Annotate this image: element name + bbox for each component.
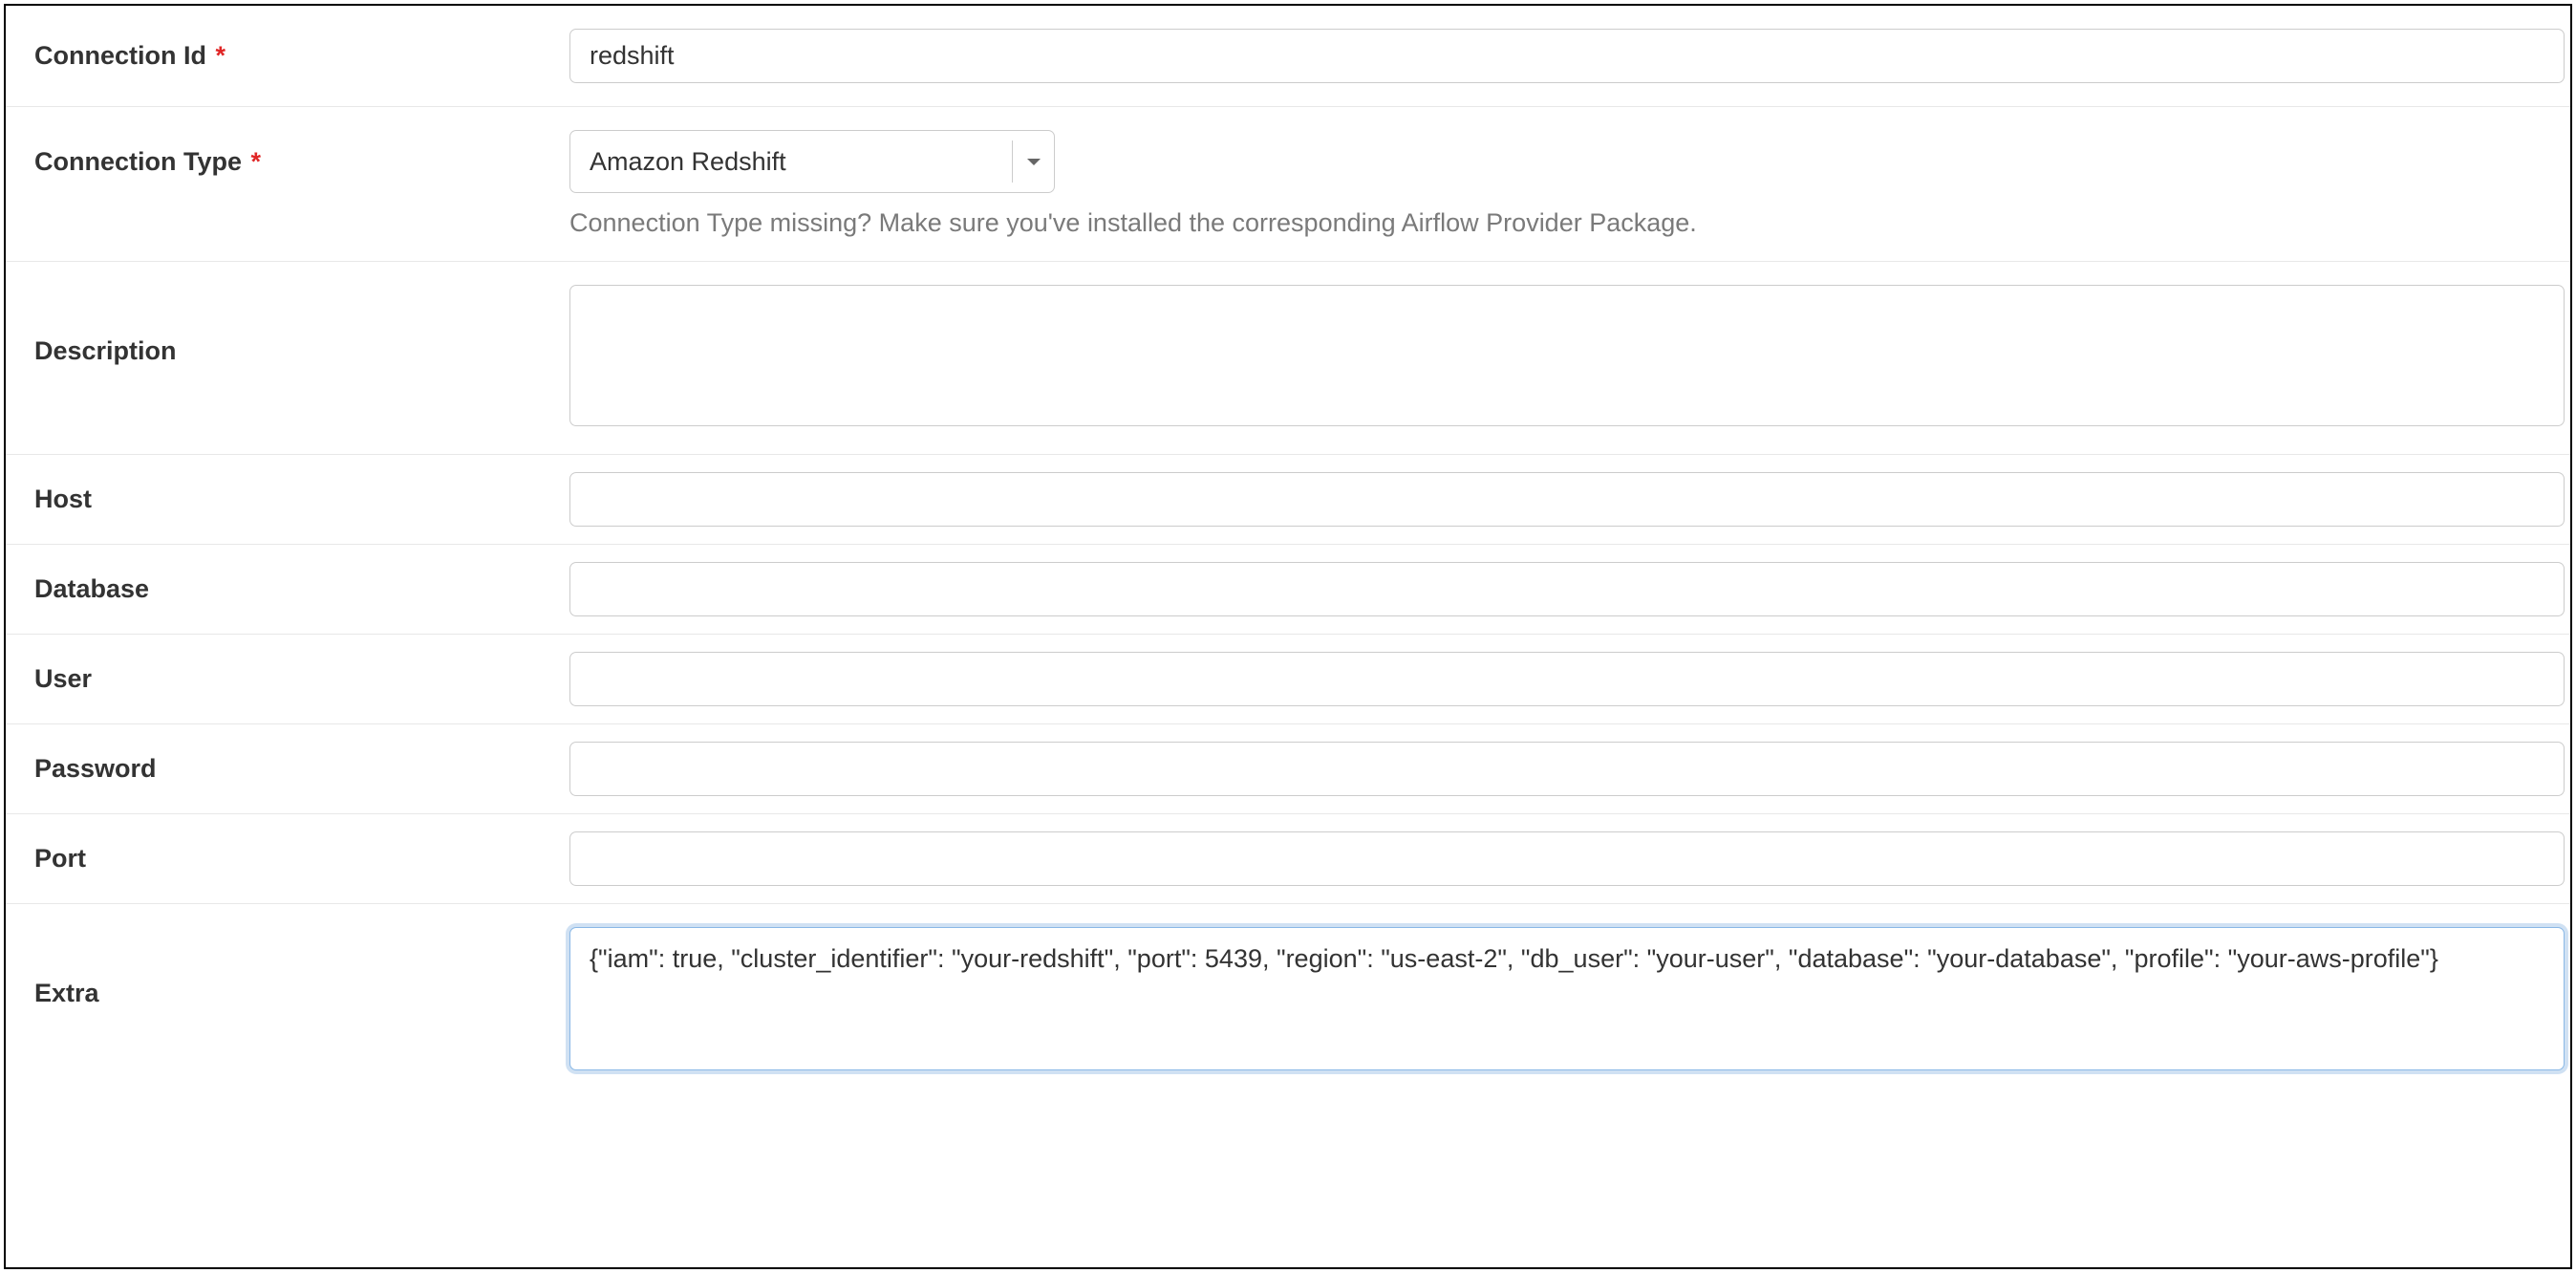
select-display[interactable]: Amazon Redshift — [569, 130, 1055, 193]
label-text: User — [34, 664, 92, 693]
label-text: Database — [34, 574, 149, 603]
input-col — [569, 652, 2570, 706]
row-host: Host — [6, 454, 2570, 544]
label-text: Connection Id — [34, 41, 206, 70]
label-connection-id: Connection Id * — [6, 41, 569, 71]
chevron-down-icon — [1027, 159, 1041, 165]
input-col — [569, 927, 2570, 1075]
label-text: Description — [34, 336, 177, 365]
row-password: Password — [6, 723, 2570, 813]
description-textarea[interactable] — [569, 285, 2565, 426]
row-user: User — [6, 634, 2570, 723]
port-input[interactable] — [569, 831, 2565, 886]
row-connection-type: Connection Type * Amazon Redshift Connec… — [6, 106, 2570, 261]
row-database: Database — [6, 544, 2570, 634]
select-arrow-box — [1012, 140, 1054, 183]
password-input[interactable] — [569, 742, 2565, 796]
label-text: Port — [34, 844, 86, 873]
database-input[interactable] — [569, 562, 2565, 616]
label-connection-type: Connection Type * — [6, 130, 569, 177]
connection-type-select[interactable]: Amazon Redshift — [569, 130, 1055, 193]
label-password: Password — [6, 754, 569, 784]
connection-form: Connection Id * Connection Type * Amazon… — [4, 4, 2572, 1269]
input-col — [569, 472, 2570, 527]
input-col — [569, 742, 2570, 796]
required-asterisk: * — [251, 147, 262, 176]
input-col — [569, 285, 2570, 431]
row-description: Description — [6, 261, 2570, 454]
label-host: Host — [6, 485, 569, 514]
input-col: Amazon Redshift Connection Type missing?… — [569, 130, 2570, 238]
label-description: Description — [6, 285, 569, 366]
row-port: Port — [6, 813, 2570, 903]
label-user: User — [6, 664, 569, 694]
row-connection-id: Connection Id * — [6, 6, 2570, 106]
input-col — [569, 29, 2570, 83]
connection-type-helper: Connection Type missing? Make sure you'v… — [569, 208, 2565, 238]
label-text: Host — [34, 485, 92, 513]
user-input[interactable] — [569, 652, 2565, 706]
connection-id-input[interactable] — [569, 29, 2565, 83]
input-col — [569, 831, 2570, 886]
host-input[interactable] — [569, 472, 2565, 527]
row-extra: Extra — [6, 903, 2570, 1098]
label-database: Database — [6, 574, 569, 604]
label-text: Password — [34, 754, 157, 783]
select-value: Amazon Redshift — [590, 147, 786, 177]
required-asterisk: * — [216, 41, 226, 70]
label-text: Extra — [34, 979, 99, 1007]
label-text: Connection Type — [34, 147, 242, 176]
label-port: Port — [6, 844, 569, 874]
label-extra: Extra — [6, 927, 569, 1008]
input-col — [569, 562, 2570, 616]
extra-textarea[interactable] — [569, 927, 2565, 1070]
